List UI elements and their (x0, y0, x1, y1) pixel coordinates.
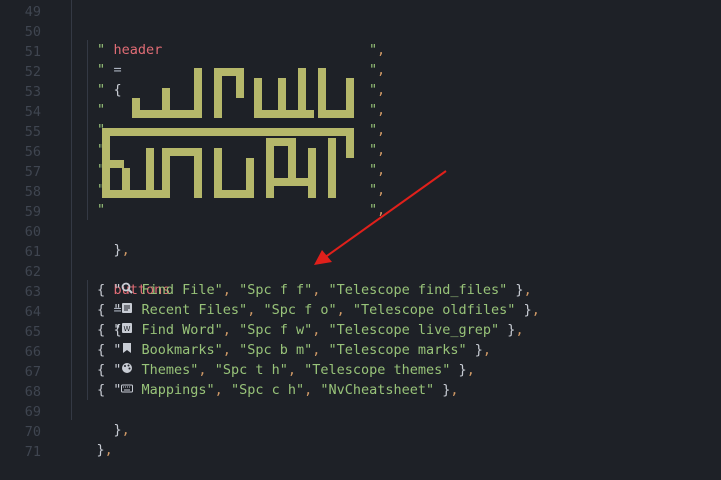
annotation-arrow (314, 170, 447, 265)
code-editor[interactable]: 49 50 51 52 53 54 55 56 57 58 59 60 61 62 63 64 65 66 67 68… (0, 0, 721, 468)
